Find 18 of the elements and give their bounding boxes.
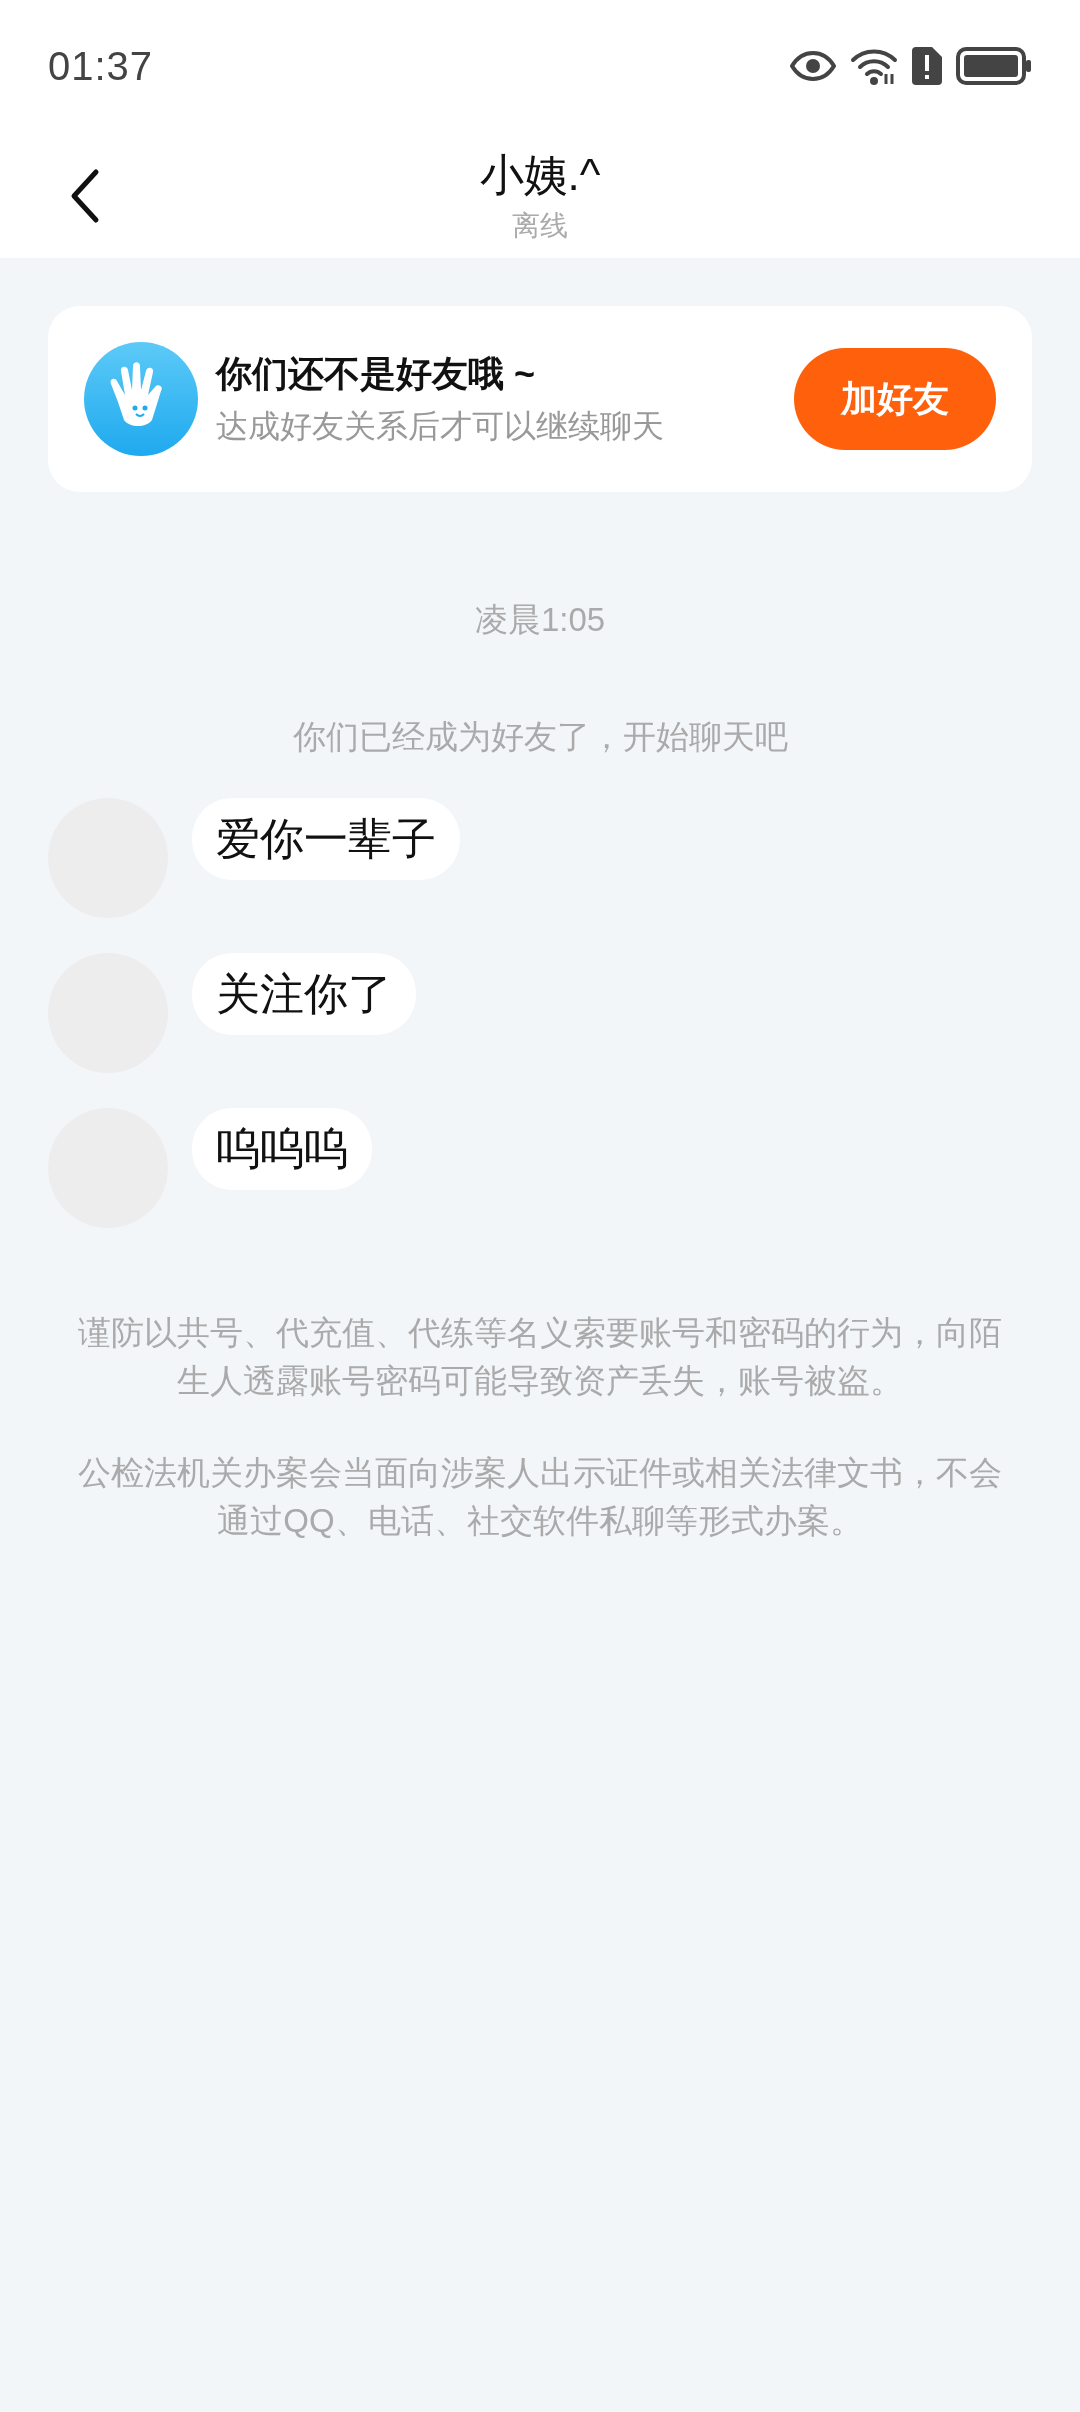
add-friend-button[interactable]: 加好友 [794, 348, 996, 450]
sim-alert-icon [912, 47, 942, 85]
contact-name: 小姨.^ [479, 148, 601, 201]
message-bubble: 关注你了 [192, 953, 416, 1035]
message-bubble: 爱你一辈子 [192, 798, 460, 880]
wifi-icon [850, 46, 898, 86]
safety-warning: 公检法机关办案会当面向涉案人出示证件或相关法律文书，不会通过QQ、电话、社交软件私聊等形式办案。 [78, 1453, 1002, 1541]
system-message: 你们已经成为好友了，开始聊天吧 [291, 717, 789, 757]
battery-icon [956, 47, 1032, 85]
timestamp: 凌晨1:05 [473, 600, 607, 640]
status-time: 01:37 [48, 43, 154, 89]
notice-title: 你们还不是好友哦 ~ [216, 351, 537, 396]
waving-hand-icon [84, 342, 198, 456]
online-status: 离线 [512, 208, 568, 243]
eye-icon [790, 51, 836, 81]
safety-warning: 谨防以共号、代充值、代练等名义索要账号和密码的行为，向陌生人透露账号密码可能导致资产丢失，账号被盗。 [78, 1313, 1002, 1401]
message-bubble: 呜呜呜 [192, 1108, 372, 1190]
notice-subtitle: 达成好友关系后才可以继续聊天 [216, 406, 665, 446]
